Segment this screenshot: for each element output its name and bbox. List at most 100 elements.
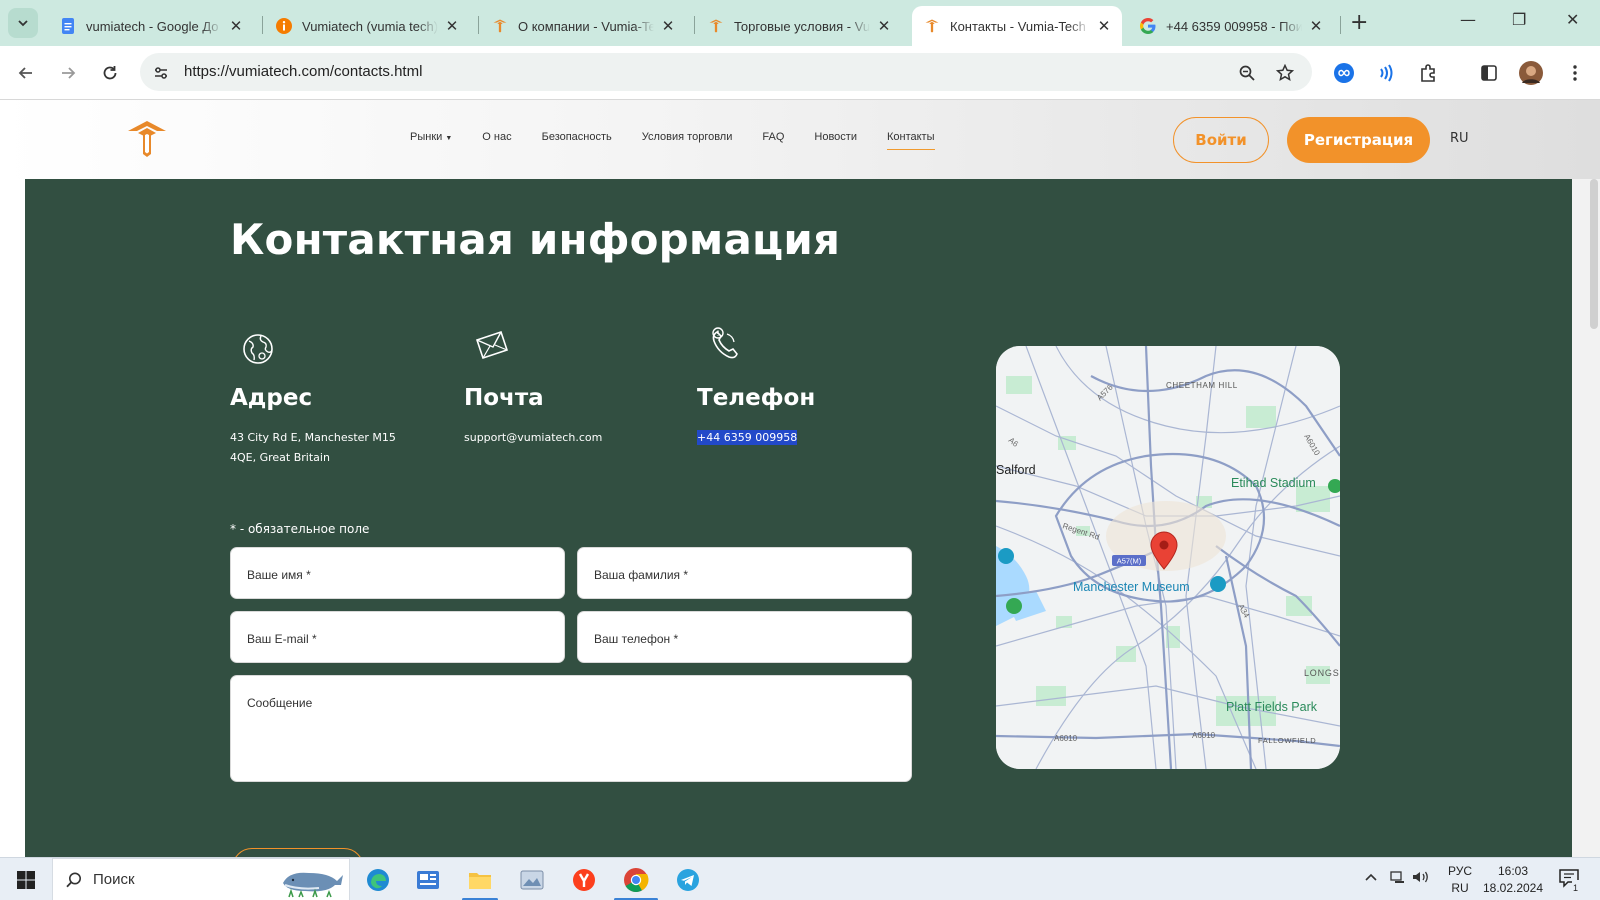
nav-item-faq[interactable]: FAQ (762, 131, 784, 150)
nav-item-markets[interactable]: Рынки ▼ (410, 131, 452, 150)
windows-taskbar: Поиск РУС RU 16:03 18.02.2024 1 (0, 857, 1600, 900)
nav-item-security[interactable]: Безопасность (542, 131, 612, 150)
first-name-input[interactable]: Ваше имя * (230, 547, 565, 599)
google-docs-icon (60, 18, 76, 34)
caret-down-icon: ▼ (445, 135, 453, 142)
google-map[interactable]: A57(M) CHEETHAM HILL A576 A6 A6010 Salfo… (996, 346, 1340, 769)
close-tab-icon[interactable]: ✕ (228, 17, 244, 35)
nav-item-news[interactable]: Новости (814, 131, 857, 150)
nav-item-contacts[interactable]: Контакты (886, 131, 935, 150)
address-bar[interactable]: https://vumiatech.com/contacts.html (140, 53, 1312, 91)
extension-voice-icon[interactable] (1372, 60, 1398, 86)
network-icon[interactable] (1390, 870, 1406, 889)
extensions-puzzle-icon[interactable] (1416, 60, 1442, 86)
photos-icon[interactable] (518, 866, 546, 894)
close-tab-icon[interactable]: ✕ (660, 17, 676, 35)
new-tab-button[interactable]: + (1350, 10, 1368, 35)
browser-toolbar: https://vumiatech.com/contacts.html (0, 46, 1600, 100)
map-canvas[interactable]: A57(M) CHEETHAM HILL A576 A6 A6010 Salfo… (996, 346, 1340, 769)
poi-marker-icon[interactable] (998, 548, 1014, 564)
browser-tab-4[interactable]: Торговые условия - Vu ✕ (696, 6, 902, 46)
zoom-icon[interactable] (1236, 62, 1258, 84)
taskbar-search-label: Поиск (93, 871, 135, 888)
close-tab-icon[interactable]: ✕ (444, 17, 460, 35)
edge-icon[interactable] (364, 866, 392, 894)
vumia-logo-icon[interactable] (126, 118, 168, 160)
volume-icon[interactable] (1412, 870, 1430, 889)
message-textarea[interactable]: Сообщение (230, 675, 912, 782)
phone-title: Телефон (697, 385, 816, 411)
forward-button[interactable] (54, 59, 82, 87)
phone-icon (712, 327, 738, 359)
clock[interactable]: 16:03 18.02.2024 (1478, 863, 1548, 897)
profile-avatar[interactable] (1518, 60, 1544, 86)
park-marker-icon[interactable] (1006, 598, 1022, 614)
language-switcher[interactable]: RU (1450, 131, 1469, 146)
nav-item-about[interactable]: О нас (482, 131, 511, 150)
browser-menu-icon[interactable] (1562, 60, 1588, 86)
register-button[interactable]: Регистрация (1287, 117, 1430, 163)
arrow-right-icon (62, 67, 76, 79)
scrollbar-thumb[interactable] (1590, 179, 1598, 329)
map-road-label: A57(M) (1117, 557, 1142, 566)
map-road-label: A6010 (1192, 731, 1216, 740)
side-panel-icon[interactable] (1476, 60, 1502, 86)
close-tab-icon[interactable]: ✕ (1308, 17, 1324, 35)
login-button[interactable]: Войти (1173, 117, 1269, 163)
site-settings-icon[interactable] (150, 62, 172, 84)
restore-window-icon[interactable]: ❐ (1512, 10, 1526, 29)
browser-tab-2[interactable]: Vumiatech (vumia tech) ✕ (264, 6, 470, 46)
map-label-longsight: LONGS (1304, 668, 1340, 678)
yandex-browser-icon[interactable] (570, 866, 598, 894)
tab-title: +44 6359 009958 - Пои (1166, 18, 1302, 34)
google-g-icon (1140, 18, 1156, 34)
nav-item-trading-terms[interactable]: Условия торговли (642, 131, 733, 150)
tab-title: vumiatech - Google До (86, 18, 219, 34)
notifications-button[interactable]: 1 (1556, 868, 1582, 897)
phone-link[interactable]: +44 6359 009958 (697, 428, 798, 448)
extension-infinity-icon[interactable] (1331, 60, 1357, 86)
windows-start-icon[interactable] (12, 866, 40, 894)
browser-tab-1[interactable]: vumiatech - Google До ✕ (48, 6, 254, 46)
tab-title: Vumiatech (vumia tech) (302, 18, 438, 34)
back-button[interactable] (12, 59, 40, 87)
map-label-platt: Platt Fields Park (1226, 700, 1318, 714)
vumia-logo-icon (924, 18, 940, 34)
mail-title: Почта (464, 385, 544, 411)
museum-marker-icon[interactable] (1210, 576, 1226, 592)
map-label-etihad: Etihad Stadium (1231, 476, 1316, 490)
main-nav: Рынки ▼ О нас Безопасность Условия торго… (410, 131, 935, 150)
notification-count: 1 (1572, 880, 1580, 897)
info-icon (276, 18, 292, 34)
last-name-input[interactable]: Ваша фамилия * (577, 547, 912, 599)
browser-tab-3[interactable]: О компании - Vumia-Te ✕ (480, 6, 686, 46)
browser-tab-6[interactable]: +44 6359 009958 - Пои ✕ (1128, 6, 1334, 46)
phone-input[interactable]: Ваш телефон * (577, 611, 912, 663)
map-label-cheetham: CHEETHAM HILL (1166, 381, 1238, 390)
search-icon (66, 872, 81, 888)
page-scrollbar[interactable] (1572, 179, 1600, 857)
url-text[interactable]: https://vumiatech.com/contacts.html (184, 63, 422, 80)
file-explorer-icon[interactable] (466, 866, 494, 894)
close-tab-icon[interactable]: ✕ (876, 17, 892, 35)
reload-button[interactable] (96, 59, 124, 87)
mail-link[interactable]: support@vumiatech.com (464, 428, 602, 448)
close-tab-icon[interactable]: ✕ (1096, 17, 1112, 35)
news-widget-icon[interactable] (414, 866, 442, 894)
chrome-icon[interactable] (622, 866, 650, 894)
tab-search-button[interactable] (8, 8, 38, 38)
show-hidden-icons-icon[interactable] (1364, 870, 1378, 887)
browser-tab-5-active[interactable]: Контакты - Vumia-Tech ✕ (912, 6, 1122, 46)
taskbar-search[interactable]: Поиск (52, 858, 350, 900)
telegram-icon[interactable] (674, 866, 702, 894)
minimize-window-icon[interactable]: — (1460, 10, 1476, 29)
keyboard-language-indicator[interactable]: РУС RU (1442, 863, 1478, 897)
bookmark-star-icon[interactable] (1274, 62, 1296, 84)
globe-icon (243, 334, 273, 364)
site-header: Рынки ▼ О нас Безопасность Условия торго… (0, 100, 1600, 179)
chevron-down-icon (18, 20, 28, 27)
email-input[interactable]: Ваш E-mail * (230, 611, 565, 663)
tab-title: Контакты - Vumia-Tech (950, 18, 1086, 34)
required-field-note: * - обязательное поле (230, 522, 370, 536)
close-window-icon[interactable]: ✕ (1566, 10, 1579, 29)
